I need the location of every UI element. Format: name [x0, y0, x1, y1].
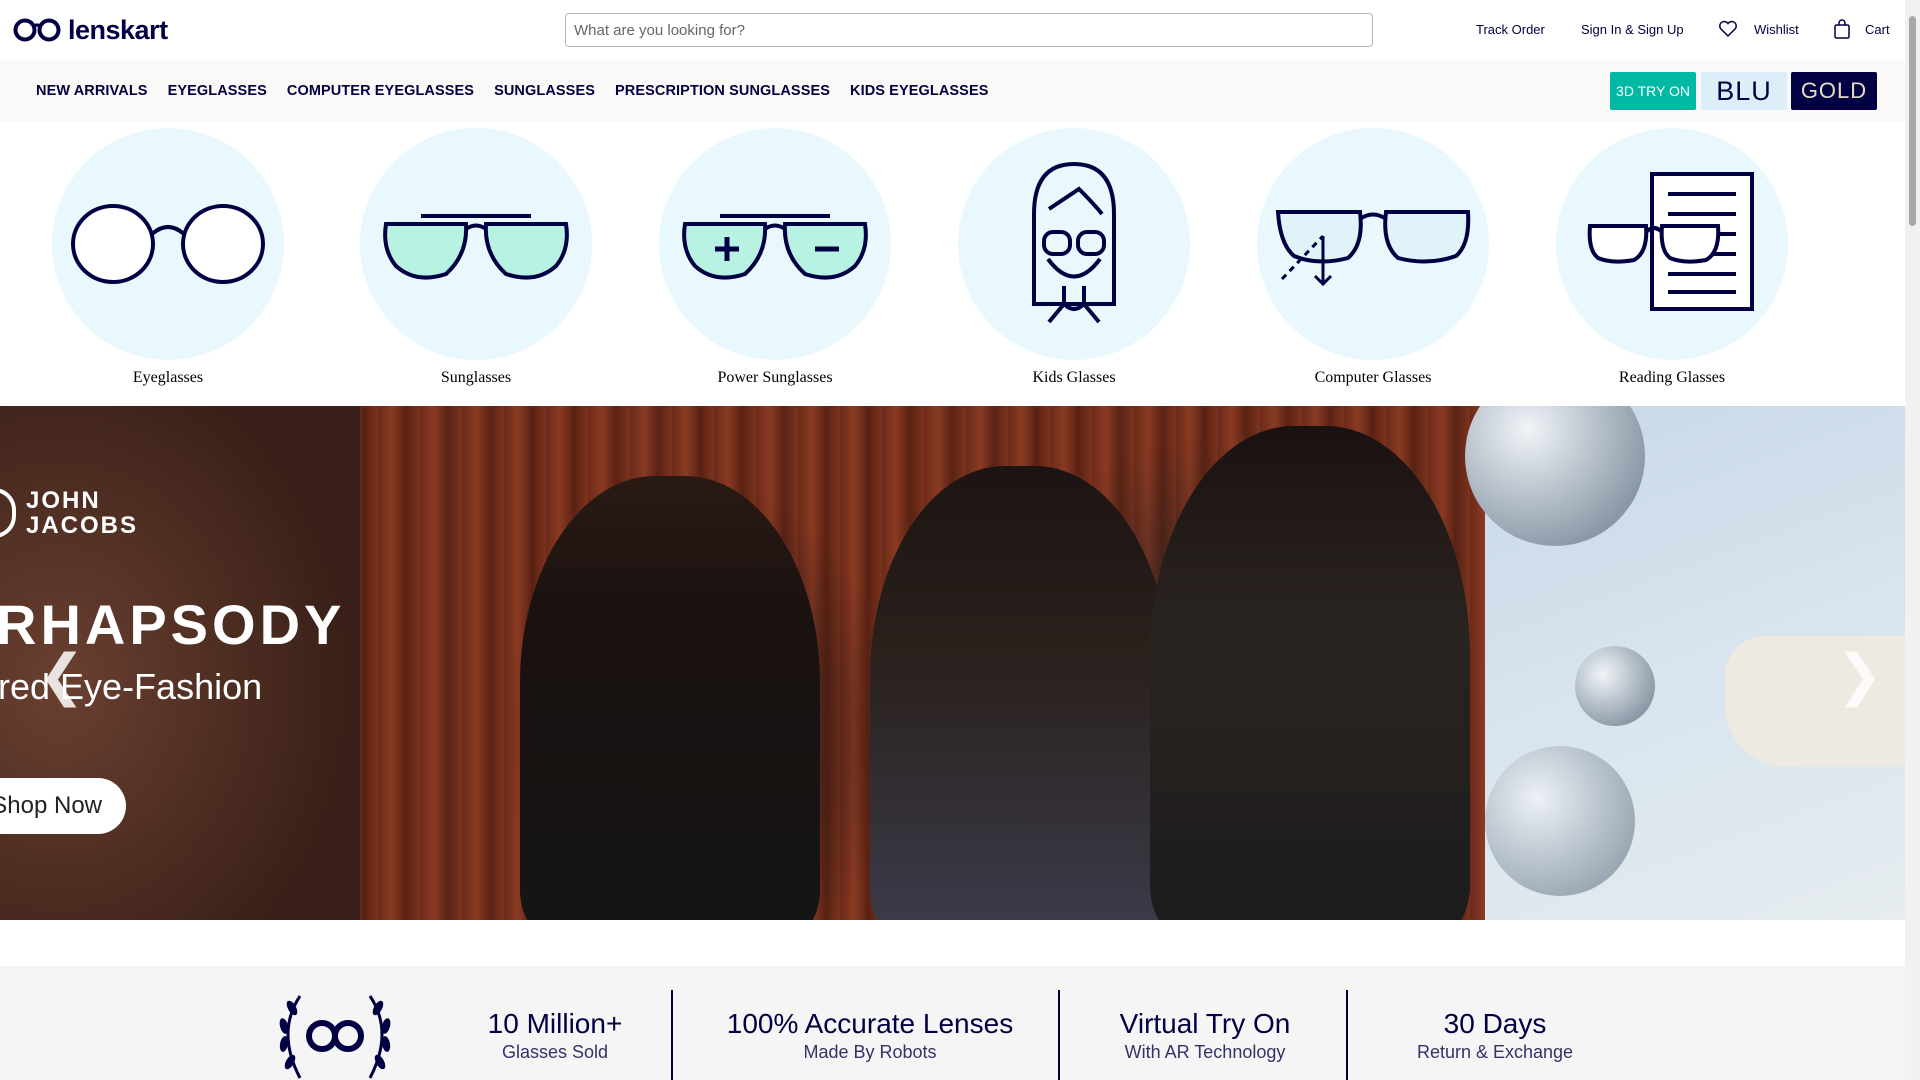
computer-glasses-icon [1257, 128, 1489, 360]
gold-button[interactable]: GOLD [1791, 72, 1877, 110]
reading-glasses-icon [1556, 128, 1788, 360]
cart-link[interactable]: Cart [1833, 18, 1890, 40]
carousel-next-arrow-icon[interactable]: ❯ [1836, 642, 1883, 708]
category-row: Eyeglasses Sunglasses Power Sunglasses K… [0, 122, 1905, 406]
carousel-prev-arrow-icon[interactable]: ❮ [38, 642, 85, 708]
stat-caption: Made By Robots [803, 1042, 937, 1062]
sphere-decoration [1575, 646, 1655, 726]
brand-mark-icon [0, 488, 16, 538]
stat-caption: Return & Exchange [1416, 1042, 1574, 1062]
nav-eyeglasses[interactable]: EYEGLASSES [168, 83, 267, 99]
laurel-badge-icon [279, 995, 391, 1079]
nav-prescription-sunglasses[interactable]: PRESCRIPTION SUNGLASSES [615, 83, 830, 99]
nav-menu: NEW ARRIVALS EYEGLASSES COMPUTER EYEGLAS… [36, 60, 989, 122]
sphere-decoration [1485, 746, 1635, 896]
brand-name: lenskart [68, 14, 168, 45]
power-sunglasses-icon [659, 128, 891, 360]
stat-caption: Glasses Sold [501, 1042, 609, 1062]
stat-virtual-try-on: Virtual Try On With AR Technology [1110, 1008, 1300, 1063]
3d-try-on-button[interactable]: 3D TRY ON [1610, 72, 1696, 110]
hero-carousel[interactable]: JOHN JACOBS RHAPSODY red Eye-Fashion Sho… [0, 406, 1905, 920]
category-label: Reading Glasses [1618, 369, 1726, 386]
category-power-sunglasses[interactable]: Power Sunglasses [655, 128, 895, 387]
john-jacobs-logo: JOHN JACOBS [0, 488, 138, 538]
sphere-decoration [1465, 406, 1645, 546]
sign-in-label: Sign In & Sign Up [1581, 21, 1684, 37]
stat-value: 30 Days [1443, 1008, 1547, 1039]
search-input[interactable] [565, 13, 1373, 47]
brand-line: JACOBS [26, 512, 139, 539]
stat-return-exchange: 30 Days Return & Exchange [1400, 1008, 1590, 1063]
nav-new-arrivals[interactable]: NEW ARRIVALS [36, 83, 148, 99]
category-label: Kids Glasses [1032, 369, 1116, 386]
category-computer-glasses[interactable]: Computer Glasses [1253, 128, 1493, 387]
model-figure [870, 466, 1170, 920]
nav-kids-eyeglasses[interactable]: KIDS EYEGLASSES [850, 83, 988, 99]
category-kids-glasses[interactable]: Kids Glasses [954, 128, 1194, 387]
model-figure [520, 476, 820, 920]
category-sunglasses[interactable]: Sunglasses [356, 128, 596, 387]
nav-computer-eyeglasses[interactable]: COMPUTER EYEGLASSES [287, 83, 474, 99]
wishlist-label: Wishlist [1754, 21, 1799, 37]
model-figure [1150, 426, 1470, 920]
stat-divider [671, 990, 673, 1080]
sunglasses-icon [360, 128, 592, 360]
heart-icon [1719, 20, 1737, 38]
stat-value: 100% Accurate Lenses [726, 1008, 1014, 1039]
logo-glasses-icon [13, 18, 61, 42]
blu-button[interactable]: BLU [1701, 72, 1787, 110]
cart-label: Cart [1865, 21, 1890, 37]
track-order-label: Track Order [1476, 21, 1545, 37]
nav-sunglasses[interactable]: SUNGLASSES [494, 83, 595, 99]
stat-divider [1346, 990, 1348, 1080]
brand-line: JOHN [26, 487, 101, 514]
stat-glasses-sold: 10 Million+ Glasses Sold [470, 1008, 640, 1063]
scrollbar-thumb[interactable] [1909, 16, 1916, 226]
stat-caption: With AR Technology [1124, 1042, 1286, 1062]
top-header: lenskart Track Order Sign In & Sign Up W… [0, 0, 1905, 60]
stat-divider [1058, 990, 1060, 1080]
category-label: Computer Glasses [1314, 369, 1432, 386]
shop-now-button[interactable]: Shop Now [0, 778, 126, 834]
wishlist-link[interactable]: Wishlist [1718, 18, 1799, 40]
category-label: Power Sunglasses [717, 369, 833, 386]
stat-value: 10 Million+ [487, 1008, 623, 1039]
stat-value: Virtual Try On [1119, 1008, 1291, 1039]
eyeglasses-icon [52, 128, 284, 360]
lenskart-logo[interactable]: lenskart [12, 14, 168, 46]
category-eyeglasses[interactable]: Eyeglasses [48, 128, 288, 387]
category-reading-glasses[interactable]: Reading Glasses [1552, 128, 1792, 387]
sign-in-link[interactable]: Sign In & Sign Up [1581, 18, 1684, 40]
track-order-link[interactable]: Track Order [1476, 18, 1545, 40]
kids-glasses-icon [958, 128, 1190, 360]
shopping-bag-icon [1834, 19, 1850, 39]
category-label: Eyeglasses [132, 369, 204, 386]
trust-stats-bar: 10 Million+ Glasses Sold 100% Accurate L… [0, 966, 1905, 1080]
category-label: Sunglasses [440, 369, 512, 386]
stat-accurate-lenses: 100% Accurate Lenses Made By Robots [720, 1008, 1020, 1063]
page-scrollbar[interactable] [1905, 0, 1920, 1080]
